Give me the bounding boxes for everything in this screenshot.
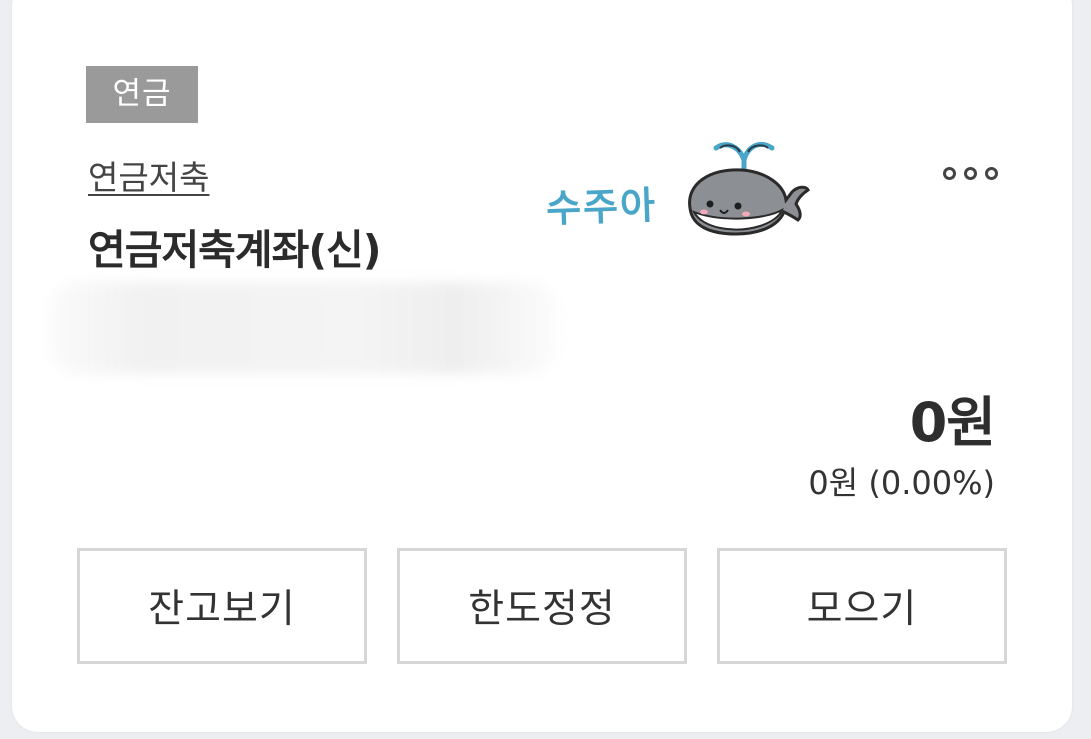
sticker-text: 수주아 [545,183,658,231]
account-balance: 0원 [909,391,996,454]
more-dots-icon [942,166,956,180]
view-balance-button[interactable]: 잔고보기 [77,548,367,664]
more-dots-icon [984,166,998,180]
account-name: 연금저축계좌(신) [88,226,382,274]
more-options-button[interactable] [930,155,1010,191]
product-type-link[interactable]: 연금저축 [88,151,209,199]
whale-icon [688,142,810,236]
limit-correction-button[interactable]: 한도정정 [397,548,687,664]
account-number-masked [48,282,558,374]
account-category-badge: 연금 [86,66,198,123]
profit-rate: 0원 (0.00%) [808,464,995,502]
save-money-button[interactable]: 모으기 [717,548,1007,664]
whale-sticker: 수주아 [540,130,810,250]
more-dots-icon [963,166,977,180]
